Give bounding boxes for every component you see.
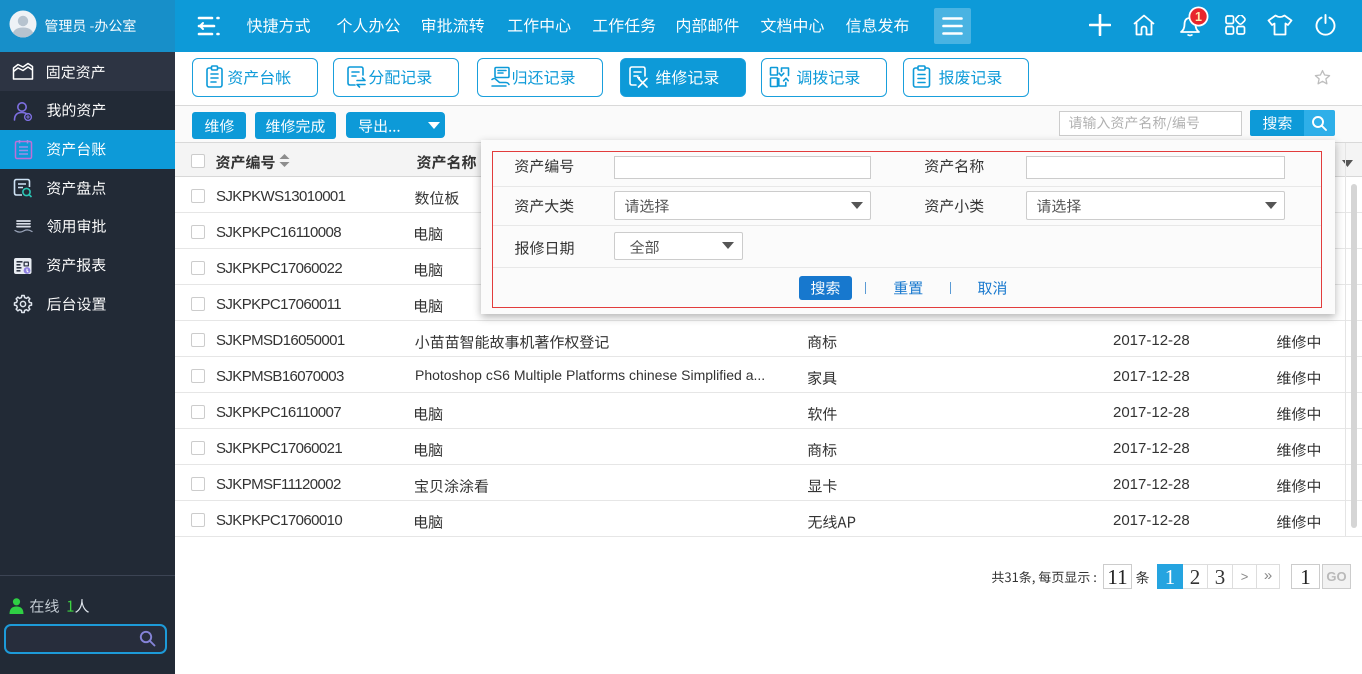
svg-text:1: 1 [1195,10,1202,24]
